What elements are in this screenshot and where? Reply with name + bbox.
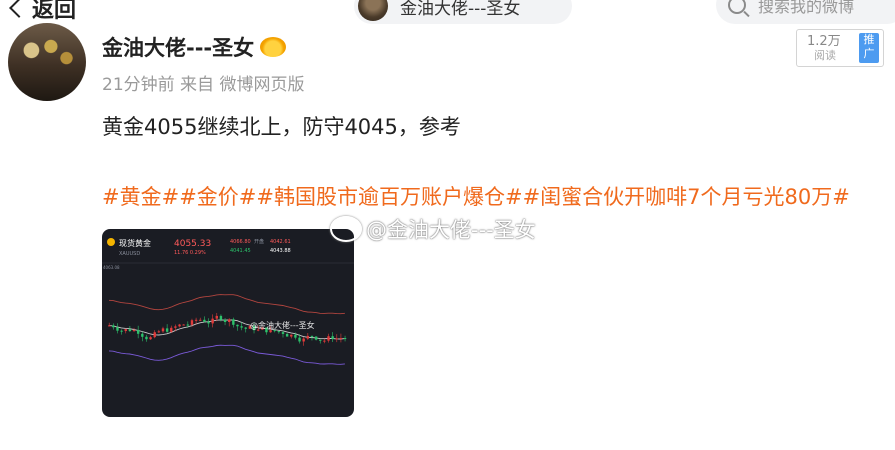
candle [132, 330, 136, 332]
candle [170, 327, 173, 332]
post-hashtags[interactable]: #黄金##金价##韩国股市逾百万账户爆仓##闺蜜合伙开咖啡7个月亏光80万# [102, 181, 850, 211]
candle [157, 331, 161, 333]
chart-last: 4043.88 [270, 248, 291, 254]
promo-tag: 推广 [859, 33, 879, 63]
candle [116, 327, 119, 331]
gold-icon [107, 238, 115, 246]
candle [269, 330, 272, 333]
candle [136, 330, 140, 334]
candle [207, 321, 210, 324]
search-placeholder: 搜索我的微博 [758, 0, 855, 16]
candle [294, 334, 297, 338]
candle [319, 339, 322, 341]
candle [199, 319, 202, 321]
candle [298, 337, 301, 342]
search-icon [728, 0, 746, 14]
chart-code: XAUUSD [119, 251, 140, 257]
promo-badge[interactable]: 1.2万 阅读 推广 [796, 29, 884, 67]
chart-vol: 4042.61 [270, 239, 291, 245]
search-box[interactable]: 搜索我的微博 [716, 0, 895, 24]
candle [211, 318, 214, 324]
top-bar: 返回 金油大佬---圣女 搜索我的微博 [0, 0, 895, 26]
image-watermark: @金油大佬---圣女 [250, 320, 315, 330]
candle [120, 330, 123, 332]
candle [273, 330, 276, 332]
next-row-partial [100, 438, 800, 450]
weibo-watermark: @金油大佬---圣女 [330, 214, 536, 244]
back-label: 返回 [32, 0, 77, 23]
candle [339, 338, 343, 340]
candle [323, 340, 326, 342]
candle [219, 315, 223, 320]
avatar[interactable] [8, 23, 86, 101]
candle [128, 329, 132, 332]
candle [124, 329, 127, 332]
candle [285, 333, 289, 337]
band-line [108, 344, 345, 365]
candle [186, 324, 190, 326]
chart-left-price: 4063.08 [103, 265, 120, 270]
vip-crown-icon [260, 37, 287, 57]
candle [281, 332, 285, 334]
candle [331, 336, 334, 340]
candle [232, 319, 235, 325]
candle [145, 336, 148, 340]
candle [161, 328, 165, 332]
candle [190, 320, 194, 325]
candle [240, 326, 243, 328]
band-line [108, 294, 345, 315]
candle [236, 324, 239, 327]
post-image-chart[interactable]: 现货黄金 XAUUSD 4055.33 11.76 0.29% 4066.80 … [102, 229, 354, 417]
candle [306, 335, 310, 339]
account-pill[interactable]: 金油大佬---圣女 [354, 0, 572, 24]
candle [203, 319, 206, 322]
candle [277, 331, 281, 333]
candle [314, 336, 318, 340]
gold-candle-chart: 现货黄金 XAUUSD 4055.33 11.76 0.29% 4066.80 … [102, 238, 354, 365]
candle [244, 327, 247, 329]
weibo-logo-icon [330, 216, 362, 242]
chart-price: 4055.33 [174, 239, 211, 249]
candle [335, 338, 338, 340]
chart-open-label: 开盘 [254, 238, 264, 245]
chart-title: 现货黄金 [119, 238, 151, 248]
candle [174, 326, 177, 328]
candle [215, 315, 218, 319]
candle [310, 335, 314, 337]
candle [149, 337, 152, 340]
candle [290, 334, 293, 337]
chart-change: 11.76 0.29% [174, 250, 206, 256]
account-name: 金油大佬---圣女 [400, 0, 521, 19]
candle [194, 319, 198, 321]
username-text: 金油大佬---圣女 [102, 36, 255, 60]
candle [228, 319, 231, 322]
chart-low: 4041.45 [230, 248, 251, 254]
candle [223, 319, 227, 322]
chevron-left-icon [9, 0, 29, 18]
avatar-small [358, 0, 388, 21]
candle [112, 325, 115, 328]
candle [108, 325, 111, 327]
back-button[interactable]: 返回 [8, 0, 76, 24]
candle [182, 324, 185, 326]
candle [343, 338, 347, 340]
candle [165, 328, 169, 332]
candle [153, 332, 156, 338]
watermark-text: @金油大佬---圣女 [366, 218, 536, 242]
read-label: 阅读 [814, 49, 836, 62]
candle [327, 336, 330, 341]
candle [141, 333, 144, 337]
candle [178, 324, 181, 327]
chart-high: 4066.80 [230, 239, 251, 245]
post-text: 黄金4055继续北上，防守4045，参考 [102, 115, 461, 139]
username[interactable]: 金油大佬---圣女 [102, 32, 287, 62]
post-meta: 21分钟前 来自 微博网页版 [102, 75, 305, 95]
candle [302, 338, 305, 342]
